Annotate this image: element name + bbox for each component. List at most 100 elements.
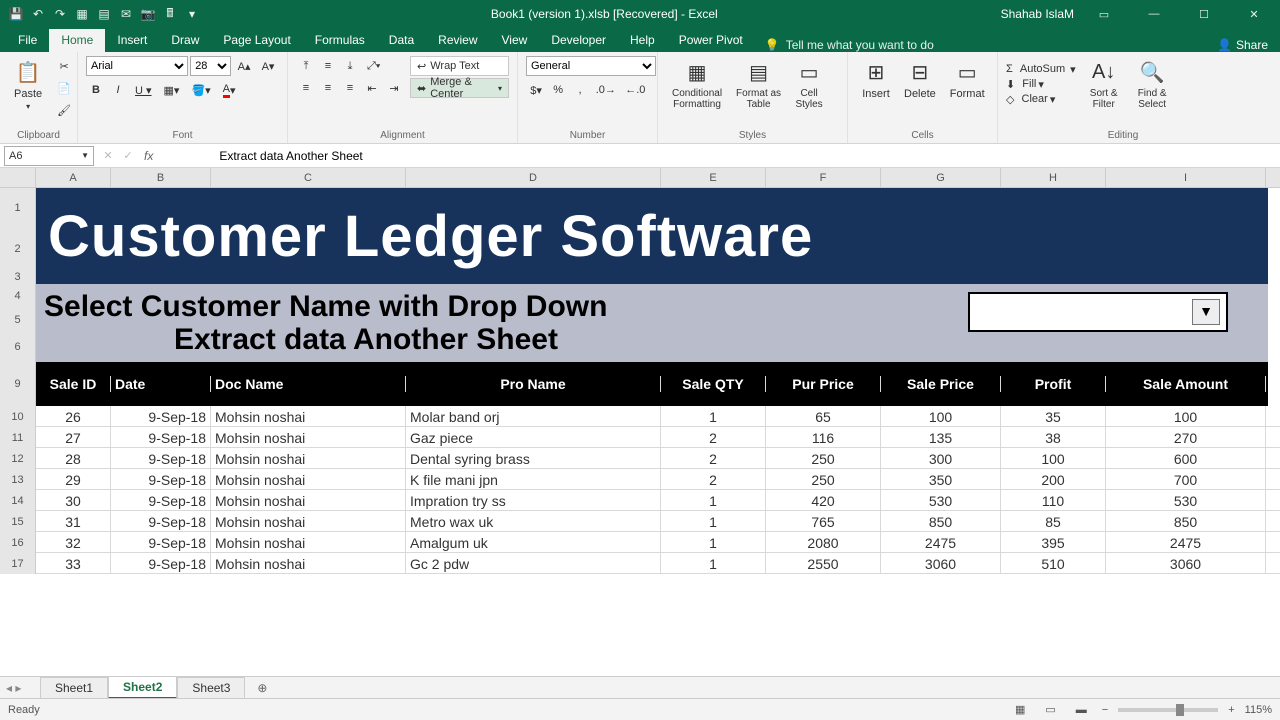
cell[interactable]: 270 xyxy=(1106,427,1266,448)
font-name-combo[interactable]: Arial xyxy=(86,56,188,76)
underline-button[interactable]: U ▾ xyxy=(130,80,157,100)
zoom-out-button[interactable]: − xyxy=(1102,704,1108,716)
minimize-icon[interactable]: — xyxy=(1134,2,1174,26)
cell[interactable]: 9-Sep-18 xyxy=(111,469,211,490)
cell[interactable]: Mohsin noshai xyxy=(211,469,406,490)
tab-help[interactable]: Help xyxy=(618,29,667,52)
sheet-nav[interactable]: ◂ ▸ xyxy=(6,681,21,695)
copy-button[interactable]: 📄 xyxy=(52,78,76,98)
tab-draw[interactable]: Draw xyxy=(159,29,211,52)
row-header[interactable]: 15 xyxy=(0,511,36,532)
col-header-E[interactable]: E xyxy=(661,168,766,187)
cell[interactable]: 420 xyxy=(766,490,881,511)
cell[interactable]: 100 xyxy=(1106,406,1266,427)
qat-icon-4[interactable]: ▦ xyxy=(74,6,90,22)
delete-cells-button[interactable]: ⊟Delete xyxy=(898,56,942,102)
col-header-B[interactable]: B xyxy=(111,168,211,187)
cell[interactable]: 1 xyxy=(661,406,766,427)
cell[interactable]: 2475 xyxy=(1106,532,1266,553)
row-header-5[interactable]: 5 xyxy=(0,308,36,332)
row-header-4[interactable]: 4 xyxy=(0,284,36,308)
cell[interactable]: 85 xyxy=(1001,511,1106,532)
tab-power-pivot[interactable]: Power Pivot xyxy=(667,29,755,52)
table-row[interactable]: 16329-Sep-18Mohsin noshaiAmalgum uk12080… xyxy=(0,532,1280,553)
cell[interactable]: Molar band orj xyxy=(406,406,661,427)
cell[interactable]: 1 xyxy=(661,553,766,574)
cell[interactable]: Mohsin noshai xyxy=(211,553,406,574)
zoom-slider[interactable] xyxy=(1118,708,1218,712)
font-color-button[interactable]: A▾ xyxy=(218,80,241,100)
row-header[interactable]: 10 xyxy=(0,406,36,427)
table-row[interactable]: 13299-Sep-18Mohsin noshaiK file mani jpn… xyxy=(0,469,1280,490)
orientation-button[interactable]: ⤢▾ xyxy=(362,56,385,76)
row-header-2[interactable]: 2 xyxy=(0,228,36,270)
cell[interactable]: 1 xyxy=(661,532,766,553)
col-header-G[interactable]: G xyxy=(881,168,1001,187)
cell[interactable]: 9-Sep-18 xyxy=(111,532,211,553)
col-header-I[interactable]: I xyxy=(1106,168,1266,187)
cell[interactable]: 9-Sep-18 xyxy=(111,511,211,532)
table-row[interactable]: 11279-Sep-18Mohsin noshaiGaz piece211613… xyxy=(0,427,1280,448)
cancel-formula-button[interactable]: ✕ xyxy=(98,146,118,166)
cell[interactable]: Gc 2 pdw xyxy=(406,553,661,574)
cell[interactable]: 2 xyxy=(661,427,766,448)
sort-filter-button[interactable]: A↓Sort & Filter xyxy=(1084,56,1124,112)
align-top-button[interactable]: ⤒ xyxy=(296,56,316,76)
row-header-1[interactable]: 1 xyxy=(0,188,36,228)
worksheet[interactable]: 1 2 3 4 5 6 9 Customer Ledger Software S… xyxy=(0,188,1280,646)
align-left-button[interactable]: ≡ xyxy=(296,78,316,98)
col-header-F[interactable]: F xyxy=(766,168,881,187)
table-row[interactable]: 17339-Sep-18Mohsin noshaiGc 2 pdw1255030… xyxy=(0,553,1280,574)
ribbon-options-icon[interactable]: ▭ xyxy=(1084,2,1124,26)
sheet-tab-3[interactable]: Sheet3 xyxy=(177,677,245,698)
cut-button[interactable]: ✂ xyxy=(52,56,76,76)
cell[interactable]: Mohsin noshai xyxy=(211,490,406,511)
paste-button[interactable]: 📋Paste▾ xyxy=(8,56,48,113)
cell[interactable]: 250 xyxy=(766,448,881,469)
comma-button[interactable]: , xyxy=(570,80,590,100)
cell[interactable]: Amalgum uk xyxy=(406,532,661,553)
cell[interactable]: Mohsin noshai xyxy=(211,406,406,427)
currency-button[interactable]: $▾ xyxy=(526,80,546,100)
conditional-formatting-button[interactable]: ▦Conditional Formatting xyxy=(666,56,728,112)
cell[interactable]: Mohsin noshai xyxy=(211,427,406,448)
tell-me[interactable]: 💡 Tell me what you want to do xyxy=(765,38,934,52)
cell[interactable]: K file mani jpn xyxy=(406,469,661,490)
tab-insert[interactable]: Insert xyxy=(105,29,159,52)
tab-file[interactable]: File xyxy=(6,29,49,52)
tab-view[interactable]: View xyxy=(490,29,540,52)
increase-font-button[interactable]: A▴ xyxy=(233,56,255,76)
tab-review[interactable]: Review xyxy=(426,29,489,52)
cell[interactable]: 29 xyxy=(36,469,111,490)
row-header-9[interactable]: 9 xyxy=(0,362,36,406)
cell[interactable]: 1 xyxy=(661,490,766,511)
select-all-corner[interactable] xyxy=(0,168,36,187)
increase-decimal-button[interactable]: .0→ xyxy=(592,80,619,100)
row-header[interactable]: 17 xyxy=(0,553,36,574)
close-icon[interactable]: ✕ xyxy=(1234,2,1274,26)
user-name[interactable]: Shahab IslaM xyxy=(1001,7,1074,21)
find-select-button[interactable]: 🔍Find & Select xyxy=(1132,56,1173,112)
col-header-A[interactable]: A xyxy=(36,168,111,187)
italic-button[interactable]: I xyxy=(108,80,128,100)
undo-icon[interactable]: ↶ xyxy=(30,6,46,22)
row-header-3[interactable]: 3 xyxy=(0,270,36,284)
fill-button[interactable]: ⬇ Fill▾ xyxy=(1006,78,1076,91)
qat-icon-5[interactable]: ▤ xyxy=(96,6,112,22)
cell[interactable]: 530 xyxy=(881,490,1001,511)
cell[interactable]: 3060 xyxy=(881,553,1001,574)
name-box[interactable]: A6▼ xyxy=(4,146,94,166)
row-header-6[interactable]: 6 xyxy=(0,332,36,362)
wrap-text-button[interactable]: ↩Wrap Text xyxy=(410,56,509,76)
cell[interactable]: 26 xyxy=(36,406,111,427)
cell[interactable]: 110 xyxy=(1001,490,1106,511)
save-icon[interactable]: 💾 xyxy=(8,6,24,22)
cell[interactable]: Mohsin noshai xyxy=(211,511,406,532)
table-row[interactable]: 14309-Sep-18Mohsin noshaiImpration try s… xyxy=(0,490,1280,511)
customer-dropdown[interactable]: ▼ xyxy=(968,292,1228,332)
cell[interactable]: 9-Sep-18 xyxy=(111,553,211,574)
cell[interactable]: 395 xyxy=(1001,532,1106,553)
tab-data[interactable]: Data xyxy=(377,29,426,52)
share-button[interactable]: 👤 Share xyxy=(1217,38,1268,52)
align-middle-button[interactable]: ≡ xyxy=(318,56,338,76)
